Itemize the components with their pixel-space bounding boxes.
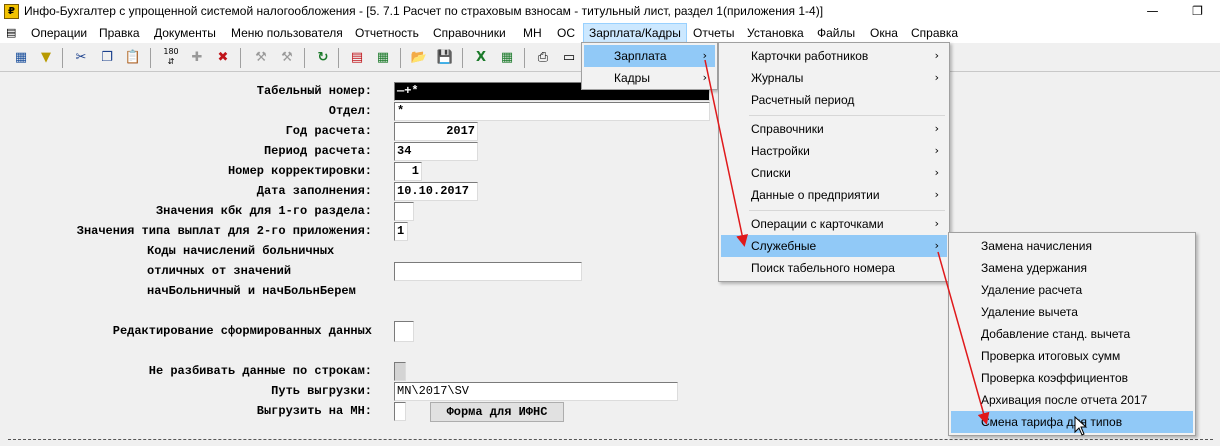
mouse-cursor-icon xyxy=(1074,416,1088,436)
annotation-arrow xyxy=(704,59,749,247)
annotation-arrows xyxy=(704,59,990,425)
annotation-arrow xyxy=(937,251,990,425)
